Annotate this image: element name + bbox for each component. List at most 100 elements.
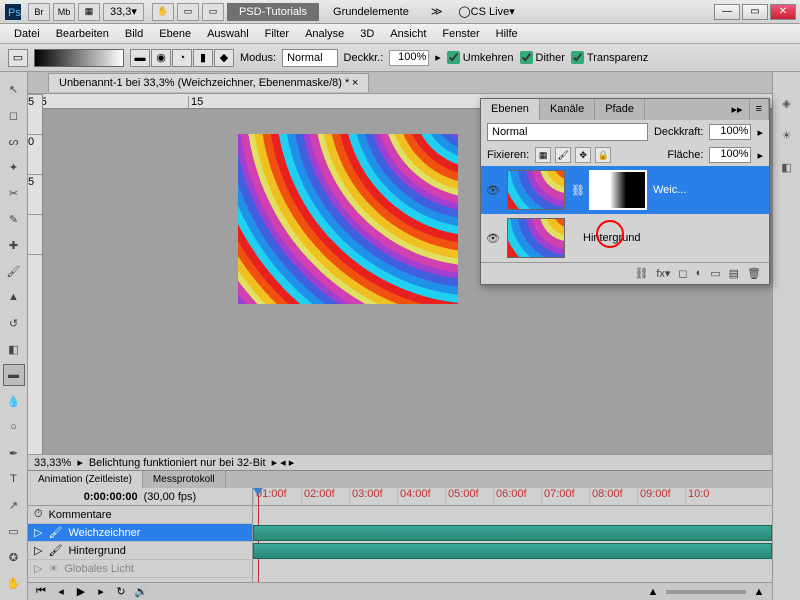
gradient-reflected-button[interactable]: ▮ (193, 49, 213, 67)
animation-tab-measurement[interactable]: Messprotokoll (143, 471, 226, 488)
zoom-slider-min-icon[interactable]: ▲ (646, 586, 660, 598)
lock-transparency-button[interactable]: ▦ (535, 147, 551, 163)
timeline-lanes[interactable]: 01:00f02:00f03:00f04:00f05:00f06:00f07:0… (253, 488, 772, 582)
gradient-tool-icon[interactable]: ▬ (3, 364, 25, 386)
panel-collapse-icon[interactable]: ▸▸ (726, 99, 750, 120)
layer-thumbnail[interactable] (507, 170, 565, 210)
menu-hilfe[interactable]: Hilfe (488, 28, 526, 40)
minibridge-button[interactable]: Mb (53, 3, 75, 21)
nextframe-button[interactable]: ▸ (94, 586, 108, 598)
track-weichzeichner[interactable]: ▷🖌Weichzeichner (28, 524, 252, 542)
mask-thumbnail[interactable] (589, 170, 647, 210)
view-button[interactable]: ▦ (78, 3, 100, 21)
play-button[interactable]: ▶ (74, 586, 88, 598)
new-layer-button[interactable]: ▤ (729, 267, 739, 280)
new-group-button[interactable]: ▭ (710, 267, 720, 280)
lock-position-button[interactable]: ✥ (575, 147, 591, 163)
expand-icon[interactable]: ▷ (34, 562, 42, 575)
menu-ebene[interactable]: Ebene (151, 28, 199, 40)
masks-icon[interactable]: ◧ (776, 156, 798, 178)
hand-button[interactable]: ✋ (152, 3, 174, 21)
audio-button[interactable]: 🔊 (134, 586, 148, 598)
workspace-tab[interactable]: Grundelemente (321, 3, 421, 21)
menu-auswahl[interactable]: Auswahl (199, 28, 257, 40)
blend-mode-dropdown[interactable]: Normal (487, 123, 648, 141)
status-arrows-icon[interactable]: ▸ ◂ ▸ (272, 456, 295, 469)
opacity-flyout-icon[interactable]: ▸ (757, 126, 763, 139)
adjustment-layer-button[interactable]: ◐ (696, 267, 703, 280)
minimize-button[interactable]: — (714, 4, 740, 20)
gradient-diamond-button[interactable]: ◆ (214, 49, 234, 67)
document-tab[interactable]: Unbenannt-1 bei 33,3% (Weichzeichner, Eb… (48, 73, 369, 92)
transparency-checkbox[interactable]: Transparenz (571, 51, 648, 64)
zoom-dropdown[interactable]: 33,3 ▾ (103, 3, 144, 21)
clip-bar[interactable] (253, 543, 772, 559)
screen-button[interactable]: ▭ (202, 3, 224, 21)
menu-analyse[interactable]: Analyse (297, 28, 352, 40)
shape-tool-icon[interactable]: ▭ (3, 520, 25, 542)
layers-panel[interactable]: Ebenen Kanäle Pfade ▸▸ ≡ Normal Deckkraf… (480, 98, 770, 285)
tab-close-icon[interactable]: × (352, 77, 358, 89)
eraser-tool-icon[interactable]: ◧ (3, 338, 25, 360)
animation-tab-timeline[interactable]: Animation (Zeitleiste) (28, 471, 143, 488)
zoom-slider-max-icon[interactable]: ▲ (752, 586, 766, 598)
expand-icon[interactable]: ▷ (34, 544, 42, 557)
gradient-radial-button[interactable]: ◉ (151, 49, 171, 67)
lock-all-button[interactable]: 🔒 (595, 147, 611, 163)
bridge-button[interactable]: Br (28, 3, 50, 21)
fill-flyout-icon[interactable]: ▸ (757, 149, 763, 162)
tab-pfade[interactable]: Pfade (595, 99, 645, 120)
link-icon[interactable]: ⛓ (571, 184, 583, 197)
status-flyout-icon[interactable]: ▸ (77, 456, 83, 469)
layer-thumbnail[interactable] (507, 218, 565, 258)
gradient-picker[interactable] (34, 49, 124, 67)
layer-row[interactable]: 👁 ⛓ Weic... (481, 166, 769, 214)
layer-row[interactable]: 👁 Hintergrund (481, 214, 769, 262)
panel-menu-icon[interactable]: ≡ (750, 99, 769, 120)
tab-kanaele[interactable]: Kanäle (540, 99, 595, 120)
layer-opacity-field[interactable]: 100% (709, 124, 751, 140)
visibility-toggle-icon[interactable]: 👁 (485, 184, 501, 197)
track-comments[interactable]: ⏱Kommentare (28, 506, 252, 524)
fill-field[interactable]: 100% (709, 147, 751, 163)
brush-tool-icon[interactable]: 🖌 (3, 260, 25, 282)
link-layers-button[interactable]: ⛓ (634, 267, 648, 280)
clip-bar[interactable] (253, 525, 772, 541)
expand-icon[interactable]: ▷ (34, 526, 42, 539)
swatches-icon[interactable]: ◈ (776, 92, 798, 114)
maximize-button[interactable]: ▭ (742, 4, 768, 20)
type-tool-icon[interactable]: T (3, 468, 25, 490)
arrange-button[interactable]: ▭ (177, 3, 199, 21)
lock-pixels-button[interactable]: 🖌 (555, 147, 571, 163)
loop-button[interactable]: ↻ (114, 586, 128, 598)
move-tool-icon[interactable]: ↖ (3, 78, 25, 100)
canvas[interactable] (238, 134, 458, 304)
workspace-tab-active[interactable]: PSD-Tutorials (227, 3, 319, 21)
adjustments-icon[interactable]: ☀ (776, 124, 798, 146)
zoom-slider[interactable] (666, 590, 746, 594)
dither-checkbox[interactable]: Dither (520, 51, 565, 64)
cslive-button[interactable]: ◯ CS Live ▾ (458, 5, 514, 18)
3d-tool-icon[interactable]: ✪ (3, 546, 25, 568)
tool-preset-button[interactable]: ▭ (8, 49, 28, 67)
lasso-tool-icon[interactable]: ᔕ (3, 130, 25, 152)
reverse-checkbox[interactable]: Umkehren (447, 51, 514, 64)
opacity-flyout-icon[interactable]: ▸ (435, 51, 441, 64)
tab-ebenen[interactable]: Ebenen (481, 99, 540, 120)
menu-fenster[interactable]: Fenster (434, 28, 487, 40)
heal-tool-icon[interactable]: ✚ (3, 234, 25, 256)
hand-tool-icon[interactable]: ✋ (3, 572, 25, 594)
crop-tool-icon[interactable]: ✂ (3, 182, 25, 204)
menu-bild[interactable]: Bild (117, 28, 151, 40)
dodge-tool-icon[interactable]: ○ (3, 416, 25, 438)
more-workspaces-icon[interactable]: ≫ (431, 5, 443, 18)
layer-fx-button[interactable]: fx▾ (656, 267, 670, 280)
menu-datei[interactable]: Datei (6, 28, 48, 40)
status-zoom[interactable]: 33,33% (34, 457, 71, 469)
layer-name[interactable]: Weic... (653, 184, 686, 196)
pen-tool-icon[interactable]: ✒ (3, 442, 25, 464)
rewind-button[interactable]: ⏮ (34, 586, 48, 598)
close-button[interactable]: ✕ (770, 4, 796, 20)
stamp-tool-icon[interactable]: ▲ (3, 286, 25, 308)
menu-ansicht[interactable]: Ansicht (382, 28, 434, 40)
